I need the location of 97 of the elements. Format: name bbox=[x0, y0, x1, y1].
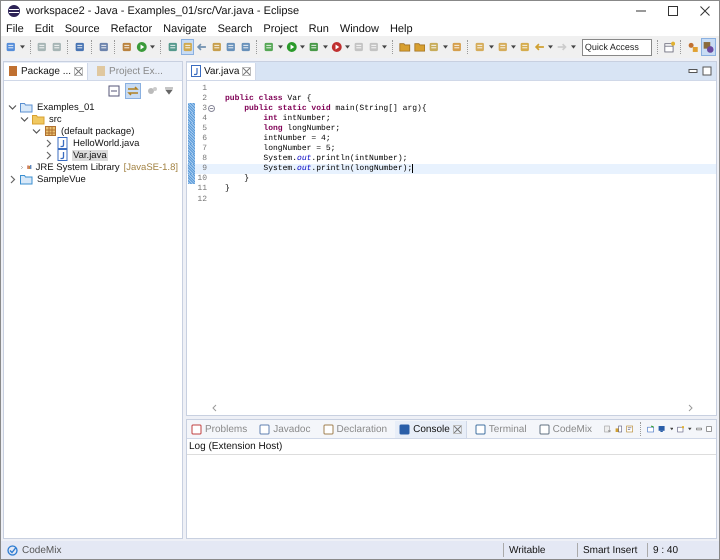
chevron-down-icon[interactable] bbox=[8, 102, 17, 112]
library-version: [JavaSE-1.8] bbox=[124, 162, 178, 172]
menu-item[interactable]: Navigate bbox=[163, 22, 207, 34]
text-cursor bbox=[412, 164, 414, 174]
chevron-down-icon[interactable] bbox=[20, 114, 29, 124]
status-mode-text: Writable bbox=[503, 543, 573, 557]
menu-item[interactable]: Source bbox=[64, 22, 100, 34]
code-line: longNumber = 5; bbox=[262, 144, 336, 154]
maximize-icon[interactable] bbox=[702, 66, 712, 76]
display-console-icon[interactable] bbox=[658, 423, 666, 435]
view-tab[interactable]: Package ... bbox=[4, 62, 88, 80]
tree-item[interactable]: JRE System Library bbox=[34, 162, 121, 172]
line-number: 9 bbox=[201, 164, 207, 174]
dropdown-caret-icon[interactable] bbox=[570, 45, 576, 49]
line-number: 5 bbox=[201, 124, 207, 133]
java-file-icon bbox=[191, 65, 201, 77]
status-insert-text: Smart Insert bbox=[577, 543, 643, 557]
dropdown-caret-icon[interactable] bbox=[442, 45, 448, 49]
code-line: int intNumber; bbox=[262, 114, 331, 123]
line-number: 10 bbox=[196, 174, 207, 184]
minimize-icon[interactable] bbox=[688, 67, 698, 75]
view-tab[interactable]: Console bbox=[395, 420, 467, 438]
collapse-all-icon[interactable] bbox=[108, 85, 120, 97]
line-number: 2 bbox=[201, 94, 207, 103]
menu-item[interactable]: Help bbox=[390, 22, 413, 34]
run-icon[interactable] bbox=[286, 40, 298, 54]
menu-item[interactable]: Refactor bbox=[110, 22, 152, 34]
scroll-left-icon[interactable] bbox=[211, 404, 219, 412]
tree-item[interactable]: (default package) bbox=[60, 126, 136, 136]
view-icon bbox=[259, 424, 270, 434]
chevron-down-icon[interactable] bbox=[32, 126, 41, 136]
code-line: System.out.println(intNumber); bbox=[262, 154, 408, 164]
menu-item[interactable]: Run bbox=[308, 22, 329, 34]
link-editor-icon[interactable] bbox=[126, 84, 140, 98]
view-menu-icon[interactable] bbox=[164, 87, 174, 95]
word-wrap-icon[interactable] bbox=[626, 423, 634, 435]
clear-console-icon[interactable] bbox=[604, 423, 612, 435]
line-number: 7 bbox=[201, 144, 207, 154]
dropdown-caret-icon[interactable] bbox=[548, 45, 554, 49]
eclipse-logo-icon bbox=[7, 4, 21, 18]
line-number: 1 bbox=[201, 84, 207, 93]
view-icon bbox=[191, 424, 202, 434]
dropdown-caret-icon[interactable] bbox=[300, 45, 306, 49]
menu-item[interactable]: File bbox=[6, 22, 24, 34]
dropdown-caret-icon[interactable] bbox=[278, 45, 283, 49]
console-log-text: Log (Extension Host) bbox=[187, 439, 716, 455]
tree-item[interactable]: SampleVue bbox=[36, 174, 87, 184]
line-number: 12 bbox=[196, 194, 207, 204]
line-number: 3 bbox=[201, 104, 207, 113]
view-icon bbox=[322, 424, 334, 434]
tree-item[interactable]: src bbox=[48, 114, 63, 124]
menu-item[interactable]: Edit bbox=[34, 22, 54, 34]
check-circle-icon bbox=[7, 544, 18, 556]
code-line: public static void main(String[] arg){ bbox=[243, 104, 427, 113]
editor-tab[interactable]: Var.java bbox=[187, 62, 256, 80]
dropdown-caret-icon[interactable] bbox=[150, 45, 156, 49]
tree-item[interactable]: HelloWorld.java bbox=[72, 138, 140, 148]
dropdown-caret-icon[interactable] bbox=[345, 45, 350, 49]
new-console-icon[interactable] bbox=[677, 423, 684, 435]
dropdown-caret-icon[interactable] bbox=[688, 427, 692, 431]
chevron-right-icon[interactable] bbox=[44, 138, 53, 148]
dropdown-caret-icon[interactable] bbox=[322, 45, 328, 49]
dropdown-caret-icon[interactable] bbox=[488, 45, 494, 49]
line-number: 11 bbox=[196, 184, 207, 194]
line-number: 6 bbox=[201, 134, 207, 144]
code-line: long longNumber; bbox=[262, 124, 340, 133]
dropdown-caret-icon[interactable] bbox=[20, 45, 25, 49]
line-number: 4 bbox=[201, 114, 207, 123]
menu-item[interactable]: Project bbox=[263, 22, 298, 34]
tree-item[interactable]: Examples_01 bbox=[36, 102, 96, 112]
tree-item[interactable]: Var.java bbox=[72, 150, 108, 160]
code-line: } bbox=[243, 174, 250, 184]
maximize-icon[interactable] bbox=[667, 5, 679, 17]
view-icon bbox=[538, 424, 550, 434]
window-title: workspace2 - Java - Examples_01/src/Var.java - Eclipse bbox=[26, 5, 300, 17]
code-line: System.out.println(longNumber); bbox=[262, 164, 412, 174]
scroll-right-icon[interactable] bbox=[686, 404, 694, 412]
dropdown-caret-icon[interactable] bbox=[382, 45, 388, 49]
chevron-right-icon[interactable] bbox=[8, 174, 17, 184]
cursor-position-text: 9 : 40 bbox=[647, 543, 713, 557]
status-plugin-text: CodeMix bbox=[22, 544, 62, 556]
java-file-icon bbox=[56, 137, 69, 149]
java-file-icon bbox=[56, 149, 69, 161]
menu-item[interactable]: Window bbox=[340, 22, 379, 34]
code-line: } bbox=[225, 184, 230, 194]
code-line: intNumber = 4; bbox=[262, 134, 331, 144]
fold-icon[interactable] bbox=[208, 104, 215, 112]
dropdown-caret-icon[interactable] bbox=[670, 427, 674, 431]
menu-item[interactable]: Search bbox=[218, 22, 252, 34]
view-icon bbox=[474, 424, 486, 434]
view-icon bbox=[399, 424, 410, 434]
line-number: 8 bbox=[201, 154, 207, 164]
close-icon[interactable] bbox=[699, 5, 711, 17]
quick-access-field[interactable]: Quick Access bbox=[582, 38, 652, 56]
chevron-right-icon[interactable] bbox=[44, 150, 53, 160]
dropdown-caret-icon[interactable] bbox=[511, 45, 516, 49]
code-line: public class Var { bbox=[225, 94, 312, 103]
